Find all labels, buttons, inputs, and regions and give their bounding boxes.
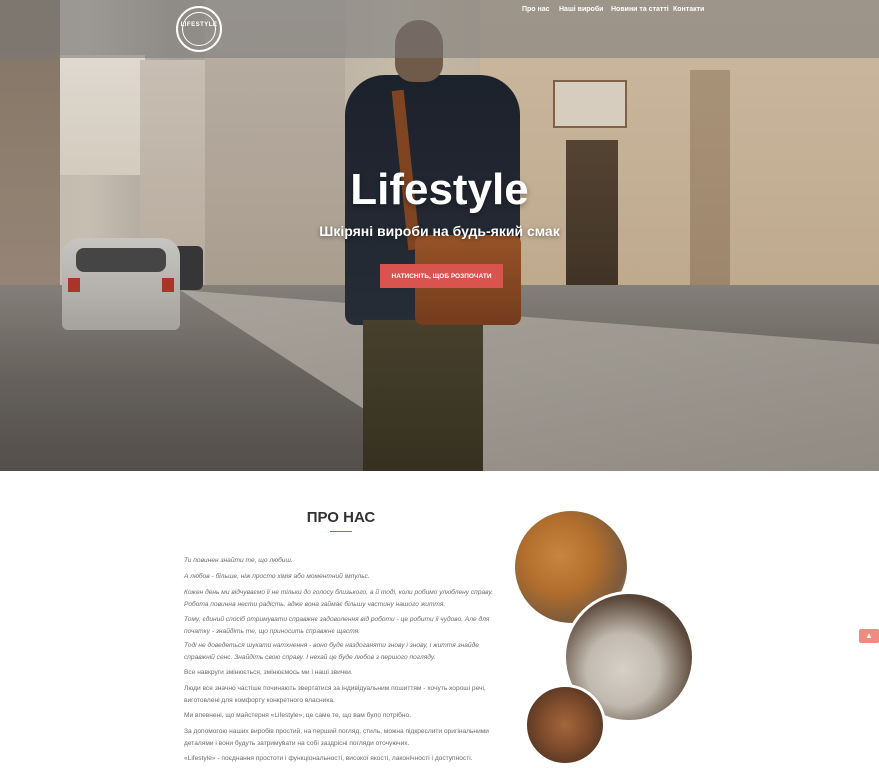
top-navbar: LIFESTYLE Про нас Наші вироби Новини та … [0, 0, 879, 58]
logo-inner-ring [182, 12, 216, 46]
about-paragraph: Кожен день ми відчуваємо її не тільки до… [184, 589, 494, 608]
about-paragraph: Тому, єдиний спосіб отримувати справжнє … [184, 616, 490, 635]
hero-section: Lifestyle Шкіряні вироби на будь-який см… [0, 0, 879, 471]
nav-item-products[interactable]: Наші вироби [559, 6, 603, 13]
hero-subtitle: Шкіряні вироби на будь-який смак [319, 223, 560, 239]
start-button[interactable]: НАТИСНІТЬ, ЩОБ РОЗПОЧАТИ [380, 264, 503, 288]
about-paragraph: «Lifestyle» - поєднання простоти і функц… [184, 755, 473, 762]
about-title: ПРО НАС [306, 509, 376, 526]
nav-item-contacts[interactable]: Контакти [673, 6, 704, 13]
about-paragraph: Люди все значно частіше починають зверта… [184, 685, 486, 704]
leather-craft-image-3 [524, 684, 606, 766]
site-logo[interactable]: LIFESTYLE [176, 6, 222, 52]
about-title-underline [330, 531, 352, 532]
hero-title: Lifestyle [350, 165, 529, 214]
nav-item-about[interactable]: Про нас [522, 6, 550, 13]
about-paragraph: А любов - більше, ніж просто хімія або м… [184, 573, 370, 580]
chevron-up-icon: ▲ [865, 631, 873, 640]
about-paragraph: Тоді не доведеться шукати натхнення - во… [184, 642, 479, 661]
about-paragraph: Ми впевнені, що майстерня «Lifestyle», ц… [184, 712, 412, 719]
logo-text: LIFESTYLE [180, 22, 218, 28]
nav-item-news[interactable]: Новини та статті [611, 6, 669, 13]
about-paragraph: Ти повинен знайти те, що любиш. [184, 557, 293, 564]
about-paragraph: За допомогою наших виробів простий, на п… [184, 728, 489, 747]
scroll-top-button[interactable]: ▲ [859, 629, 879, 643]
about-paragraph: Все навкруги змінюється, змінюємось ми і… [184, 669, 353, 676]
